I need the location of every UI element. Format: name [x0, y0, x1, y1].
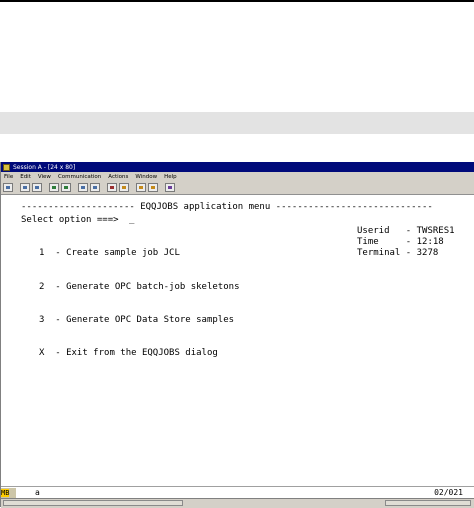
cursor-position: 02/021	[434, 488, 463, 497]
terminal-label: Terminal - 3278	[357, 248, 439, 258]
status-cell-main	[3, 500, 183, 506]
status-cell-right	[385, 500, 471, 506]
input-mode: a	[35, 488, 40, 497]
terminal-window: Session A - [24 x 80] File Edit View Com…	[0, 162, 474, 508]
select-option-prompt: Select option ===>	[21, 215, 119, 225]
menu-window[interactable]: Window	[135, 174, 157, 180]
menu-file[interactable]: File	[4, 174, 13, 180]
userid-label: Userid - TWSRES1	[357, 226, 455, 236]
map-icon[interactable]	[119, 183, 129, 192]
terminal-screen[interactable]: --------------------- EQQJOBS applicatio…	[1, 195, 474, 486]
receive-icon[interactable]	[61, 183, 71, 192]
time-label: Time - 12:18	[357, 237, 444, 247]
color-icon[interactable]	[107, 183, 117, 192]
menu-communication[interactable]: Communication	[58, 174, 101, 180]
menu-help[interactable]: Help	[164, 174, 177, 180]
option-1[interactable]: 1 - Create sample job JCL	[39, 248, 180, 258]
menu-edit[interactable]: Edit	[20, 174, 31, 180]
menu-view[interactable]: View	[38, 174, 51, 180]
copy-icon[interactable]	[20, 183, 30, 192]
menu-actions[interactable]: Actions	[108, 174, 128, 180]
help-icon[interactable]	[165, 183, 175, 192]
menu-bar: File Edit View Communication Actions Win…	[1, 172, 474, 181]
send-icon[interactable]	[49, 183, 59, 192]
display-icon[interactable]	[78, 183, 88, 192]
window-title: Session A - [24 x 80]	[13, 163, 76, 171]
print-icon[interactable]	[3, 183, 13, 192]
option-2[interactable]: 2 - Generate OPC batch-job skeletons	[39, 282, 239, 292]
paste-icon[interactable]	[32, 183, 42, 192]
gray-band	[0, 112, 474, 134]
play-icon[interactable]	[148, 183, 158, 192]
option-3[interactable]: 3 - Generate OPC Data Store samples	[39, 315, 234, 325]
oia-indicator: MB	[1, 488, 16, 498]
session-app-icon	[3, 163, 10, 171]
record-icon[interactable]	[136, 183, 146, 192]
toolbar	[1, 181, 474, 195]
top-rule	[0, 0, 474, 2]
option-x[interactable]: X - Exit from the EQQJOBS dialog	[39, 348, 218, 358]
menu-header: --------------------- EQQJOBS applicatio…	[21, 202, 433, 212]
keypad-icon[interactable]	[90, 183, 100, 192]
text-cursor[interactable]: _	[129, 215, 134, 225]
title-bar[interactable]: Session A - [24 x 80]	[1, 162, 474, 172]
